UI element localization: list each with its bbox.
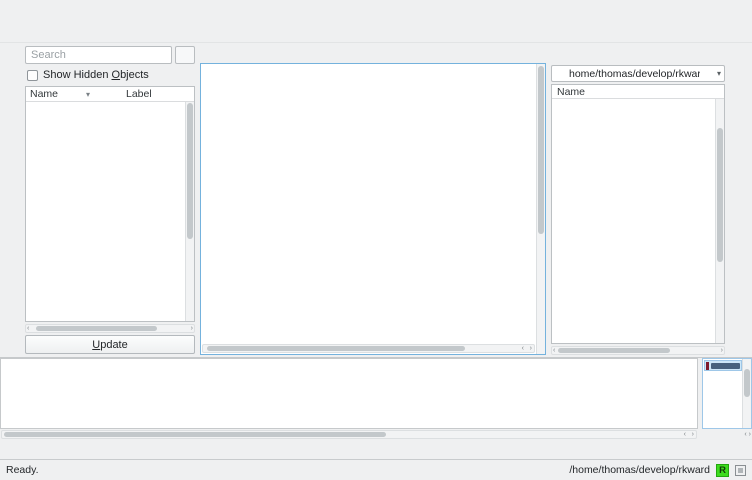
- r-console[interactable]: [0, 358, 698, 429]
- update-button[interactable]: Update: [25, 335, 195, 354]
- workspace-tree-vscrollbar[interactable]: [185, 102, 194, 321]
- tree-header-name[interactable]: Name: [30, 88, 58, 100]
- files-panel: home/thomas/develop/rkward/rkward/ ▾ Nam…: [548, 43, 728, 357]
- workspace-tree-header[interactable]: Name ▾ Label: [26, 87, 194, 102]
- search-input[interactable]: [25, 46, 172, 64]
- show-hidden-checkbox[interactable]: [27, 70, 38, 81]
- menubar: [0, 0, 752, 19]
- console-side-vscrollbar[interactable]: [742, 359, 751, 428]
- path-dropdown-icon[interactable]: ▾: [717, 69, 721, 78]
- tree-header-label[interactable]: Label: [126, 88, 152, 100]
- files-tree-header[interactable]: Name: [552, 85, 724, 99]
- workspace-tree-hscrollbar[interactable]: ‹›: [25, 324, 195, 333]
- data-editor: ‹›: [200, 63, 546, 355]
- folder-icon: [555, 68, 566, 79]
- filter-button[interactable]: [175, 46, 195, 64]
- right-dock-strip: [728, 43, 752, 357]
- workspace-panel: Show Hidden Objects Name ▾ Label ‹› Upda…: [22, 43, 198, 357]
- path-text[interactable]: home/thomas/develop/rkward/rkward/: [569, 68, 700, 80]
- files-tree: Name: [551, 84, 725, 344]
- statusbar: Ready. /home/thomas/develop/rkward R: [0, 459, 752, 480]
- editor-tabbar: [198, 43, 548, 63]
- files-header-name[interactable]: Name: [557, 86, 585, 98]
- path-bar[interactable]: home/thomas/develop/rkward/rkward/ ▾: [551, 65, 725, 82]
- rkward-window: Show Hidden Objects Name ▾ Label ‹› Upda…: [0, 0, 752, 480]
- stop-engine-icon[interactable]: [735, 465, 746, 476]
- console-side-hscroll-arrows[interactable]: ‹›: [701, 431, 751, 438]
- tool-view-bar: [0, 439, 752, 459]
- sort-chevron-icon: ▾: [86, 90, 90, 99]
- console-hscrollbar[interactable]: ‹›: [1, 430, 697, 439]
- workspace-tree: Name ▾ Label: [25, 86, 195, 322]
- left-dock-strip: [0, 43, 22, 357]
- main-toolbar: [0, 19, 752, 43]
- data-editor-vscrollbar[interactable]: [536, 64, 545, 354]
- data-editor-hscrollbar[interactable]: ‹›: [202, 344, 535, 353]
- show-hidden-label: Show Hidden Objects: [43, 69, 149, 81]
- working-directory: /home/thomas/develop/rkward: [569, 464, 710, 476]
- status-message: Ready.: [6, 464, 39, 476]
- console-side-panel: [702, 358, 752, 429]
- editor-pane: ‹›: [198, 43, 548, 357]
- clear-path-icon[interactable]: [703, 68, 714, 79]
- console-area: ‹› ‹›: [0, 357, 752, 439]
- main-area: Show Hidden Objects Name ▾ Label ‹› Upda…: [0, 43, 752, 357]
- side-item-icon: [706, 362, 709, 370]
- r-engine-status-badge: R: [716, 464, 729, 477]
- files-tree-hscrollbar[interactable]: ‹›: [551, 346, 725, 355]
- files-toolbar: [551, 45, 725, 63]
- console-side-item[interactable]: [704, 360, 742, 371]
- files-tree-vscrollbar[interactable]: [715, 99, 724, 343]
